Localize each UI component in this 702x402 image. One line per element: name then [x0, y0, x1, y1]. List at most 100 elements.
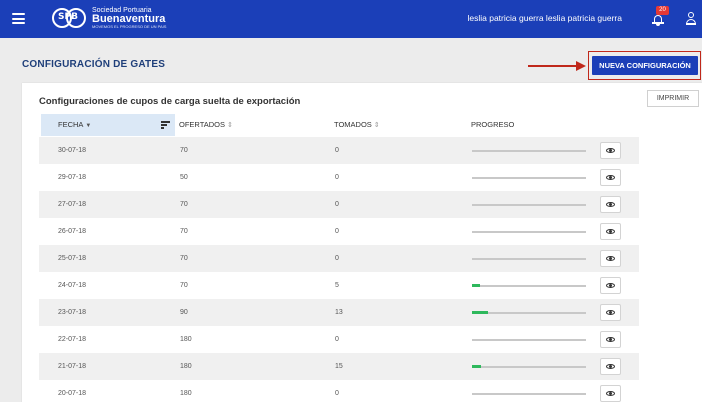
- view-button[interactable]: [600, 385, 621, 402]
- column-label-tomados: TOMADOS: [334, 120, 372, 129]
- cell-fecha: 25-07-18: [58, 255, 87, 262]
- cell-ofertados: 70: [180, 228, 188, 235]
- view-button[interactable]: [600, 196, 621, 213]
- table-body: 30-07-18 70 0 29-07-18 50 0 27-07-18 70 0 26-07-1…: [39, 137, 639, 402]
- table-row[interactable]: 22-07-18 180 0: [39, 326, 639, 353]
- cell-tomados: 5: [335, 282, 339, 289]
- logo[interactable]: SPB Sociedad Portuaria Buenaventura MOVE…: [52, 7, 166, 29]
- progress-bar: [472, 150, 586, 152]
- cell-fecha: 23-07-18: [58, 309, 87, 316]
- eye-icon: [606, 364, 615, 369]
- table-row[interactable]: 24-07-18 70 5: [39, 272, 639, 299]
- progress-bar: [472, 311, 586, 314]
- new-configuration-button[interactable]: NUEVA CONFIGURACIÓN: [592, 56, 698, 75]
- cell-fecha: 27-07-18: [58, 201, 87, 208]
- cell-fecha: 24-07-18: [58, 282, 87, 289]
- cell-fecha: 21-07-18: [58, 363, 87, 370]
- cell-ofertados: 180: [180, 390, 192, 397]
- eye-icon: [606, 391, 615, 396]
- cell-tomados: 0: [335, 390, 339, 397]
- cell-ofertados: 180: [180, 336, 192, 343]
- cell-tomados: 0: [335, 174, 339, 181]
- notification-badge: 20: [656, 6, 669, 15]
- view-button[interactable]: [600, 223, 621, 240]
- table-row[interactable]: 27-07-18 70 0: [39, 191, 639, 218]
- progress-bar: [472, 365, 586, 368]
- cell-ofertados: 90: [180, 309, 188, 316]
- logo-mark: SPB: [52, 7, 88, 29]
- annotation-arrow-line: [528, 65, 578, 67]
- table-row[interactable]: 30-07-18 70 0: [39, 137, 639, 164]
- eye-icon: [606, 283, 615, 288]
- view-button[interactable]: [600, 169, 621, 186]
- sort-icon: ⇕: [226, 122, 233, 129]
- view-button[interactable]: [600, 331, 621, 348]
- cell-fecha: 22-07-18: [58, 336, 87, 343]
- table-row[interactable]: 29-07-18 50 0: [39, 164, 639, 191]
- menu-icon[interactable]: [12, 13, 25, 24]
- view-button[interactable]: [600, 142, 621, 159]
- cell-tomados: 0: [335, 336, 339, 343]
- eye-icon: [606, 256, 615, 261]
- sort-icon: ⇕: [373, 122, 380, 129]
- left-scroll-gutter: [0, 38, 6, 402]
- cell-tomados: 0: [335, 255, 339, 262]
- progress-bar: [472, 339, 586, 341]
- table-row[interactable]: 23-07-18 90 13: [39, 299, 639, 326]
- filter-icon[interactable]: [161, 121, 170, 129]
- progress-bar: [472, 204, 586, 206]
- progress-bar: [472, 393, 586, 395]
- column-label-fecha: FECHA: [58, 120, 84, 129]
- column-label-ofertados: OFERTADOS: [179, 120, 225, 129]
- logo-short-text: SPB: [58, 12, 78, 22]
- cell-fecha: 30-07-18: [58, 147, 87, 154]
- view-button[interactable]: [600, 358, 621, 375]
- cell-ofertados: 70: [180, 282, 188, 289]
- column-label-progreso: PROGRESO: [471, 120, 515, 129]
- view-button[interactable]: [600, 304, 621, 321]
- annotation-arrow-head: [576, 61, 586, 71]
- eye-icon: [606, 310, 615, 315]
- progress-fill: [472, 311, 488, 314]
- cell-tomados: 15: [335, 363, 343, 370]
- table-row[interactable]: 26-07-18 70 0: [39, 218, 639, 245]
- page-title: CONFIGURACIÓN DE GATES: [22, 59, 166, 70]
- table-header: FECHA ▼ OFERTADOS ⇕ TOMADOS ⇕ PROGRESO: [39, 114, 639, 136]
- cell-ofertados: 70: [180, 147, 188, 154]
- progress-fill: [472, 365, 482, 368]
- view-button[interactable]: [600, 277, 621, 294]
- user-account-icon[interactable]: [686, 12, 696, 26]
- eye-icon: [606, 202, 615, 207]
- card-title: Configuraciones de cupos de carga suelta…: [39, 96, 301, 107]
- column-header-tomados[interactable]: TOMADOS ⇕: [334, 114, 380, 136]
- cell-ofertados: 50: [180, 174, 188, 181]
- cell-tomados: 0: [335, 228, 339, 235]
- table-row[interactable]: 21-07-18 180 15: [39, 353, 639, 380]
- cell-fecha: 26-07-18: [58, 228, 87, 235]
- cell-tomados: 13: [335, 309, 343, 316]
- progress-bar: [472, 258, 586, 260]
- logo-text: Sociedad Portuaria Buenaventura MOVEMOS …: [92, 7, 166, 29]
- cell-fecha: 29-07-18: [58, 174, 87, 181]
- progress-fill: [472, 284, 480, 287]
- eye-icon: [606, 148, 615, 153]
- sort-desc-icon: ▼: [85, 123, 92, 129]
- eye-icon: [606, 229, 615, 234]
- column-header-ofertados[interactable]: OFERTADOS ⇕: [179, 114, 233, 136]
- cell-ofertados: 70: [180, 255, 188, 262]
- column-header-fecha[interactable]: FECHA ▼: [41, 114, 175, 136]
- logo-tagline: MOVEMOS EL PROGRESO DE UN PAIS: [92, 24, 167, 29]
- progress-bar: [472, 177, 586, 179]
- print-button[interactable]: IMPRIMIR: [647, 90, 699, 107]
- column-header-progreso: PROGRESO: [471, 114, 514, 136]
- cell-ofertados: 70: [180, 201, 188, 208]
- view-button[interactable]: [600, 250, 621, 267]
- eye-icon: [606, 175, 615, 180]
- cell-tomados: 0: [335, 201, 339, 208]
- cell-tomados: 0: [335, 147, 339, 154]
- cell-fecha: 20-07-18: [58, 390, 87, 397]
- table-row[interactable]: 20-07-18 180 0: [39, 380, 639, 402]
- eye-icon: [606, 337, 615, 342]
- username[interactable]: leslia patricia guerra leslia patricia g…: [468, 13, 623, 23]
- table-row[interactable]: 25-07-18 70 0: [39, 245, 639, 272]
